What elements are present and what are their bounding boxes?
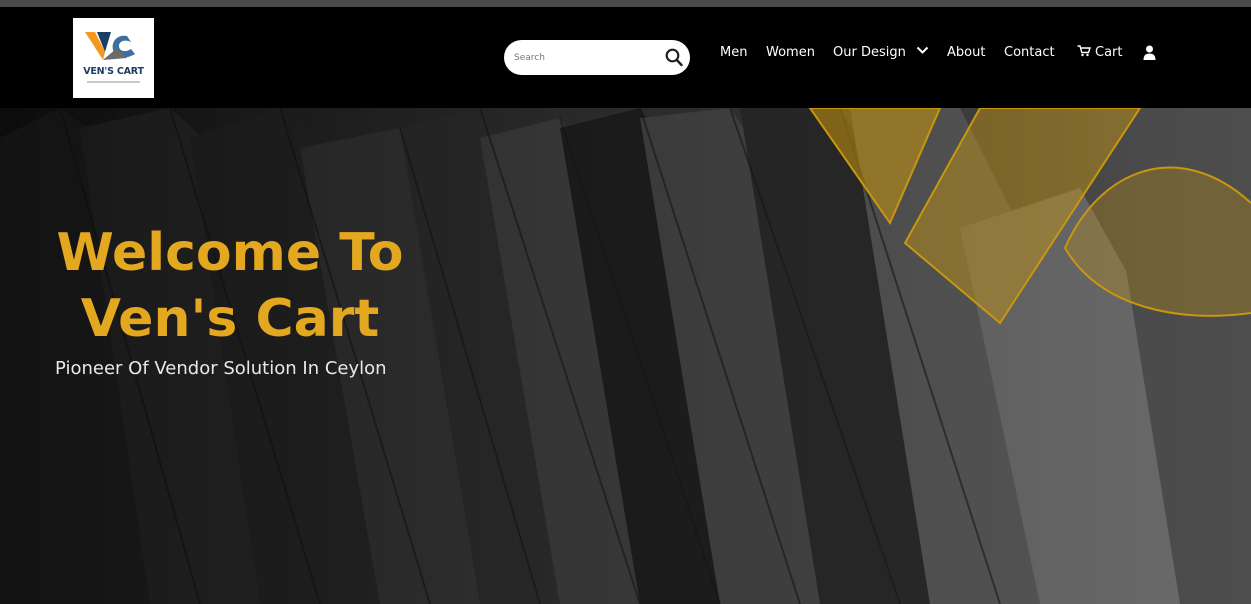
hero-subtitle: Pioneer Of Vendor Solution In Ceylon xyxy=(55,358,387,379)
logo-tagline-line xyxy=(87,81,140,83)
search-icon[interactable] xyxy=(665,48,683,67)
search-box xyxy=(504,40,690,75)
nav-link-cart-label: Cart xyxy=(1095,45,1123,60)
search-input[interactable] xyxy=(514,48,654,67)
hero-background-clothes-image xyxy=(0,108,1251,604)
user-account-button[interactable] xyxy=(1143,45,1156,64)
user-icon xyxy=(1143,45,1156,60)
navbar: VEN'S CART Men Women Our Design About Co… xyxy=(0,7,1251,108)
logo-text: VEN'S CART xyxy=(83,66,144,77)
nav-dropdown-our-design[interactable]: Our Design xyxy=(833,45,929,60)
nav-link-contact[interactable]: Contact xyxy=(1004,45,1055,60)
hero-title-line-1: Welcome To xyxy=(56,223,404,283)
browser-top-strip xyxy=(0,0,1251,7)
logo-vc-mark-icon xyxy=(85,32,135,60)
hero-banner: Welcome To Ven's Cart Pioneer Of Vendor … xyxy=(0,108,1251,604)
site-logo[interactable]: VEN'S CART xyxy=(73,18,154,98)
nav-link-about[interactable]: About xyxy=(947,45,985,60)
chevron-down-icon xyxy=(916,46,929,54)
cart-icon xyxy=(1077,45,1091,57)
nav-link-women[interactable]: Women xyxy=(766,45,815,60)
nav-link-men[interactable]: Men xyxy=(720,45,747,60)
nav-link-cart[interactable]: Cart xyxy=(1077,45,1123,60)
hero-title-line-2: Ven's Cart xyxy=(80,289,380,349)
hero-title: Welcome To Ven's Cart xyxy=(0,220,460,352)
nav-link-our-design-label: Our Design xyxy=(833,45,906,60)
